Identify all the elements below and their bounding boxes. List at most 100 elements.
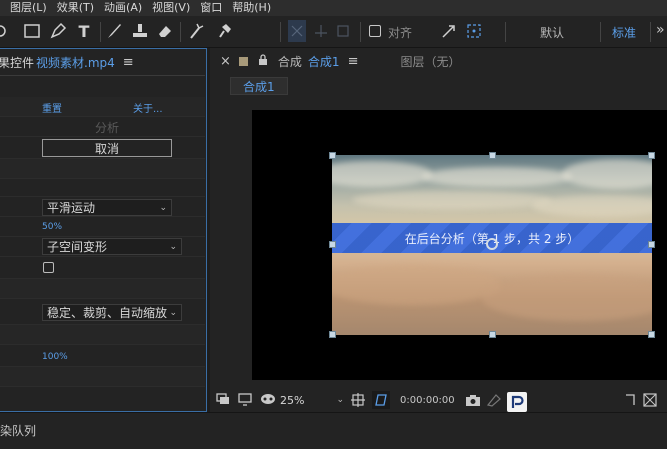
toolbar-divider	[360, 22, 361, 42]
toolbar-divider	[180, 22, 181, 42]
axis-world-icon[interactable]	[312, 20, 330, 42]
scale-value[interactable]: 100%	[42, 352, 68, 362]
composition-viewer[interactable]: 在后台分析（第 1 步，共 2 步）	[252, 110, 667, 380]
axis-local-icon[interactable]	[288, 20, 306, 42]
chevron-down-icon: ⌄	[159, 203, 167, 213]
effect-controls-panel: 果控件 视频素材.mp4 ≡ 重置 关于... 分析 取消 平滑运动 ⌄ 50%…	[0, 48, 207, 412]
zoom-tool-icon[interactable]	[0, 20, 10, 42]
effect-controls-tab[interactable]: 果控件 视频素材.mp4 ≡	[0, 49, 205, 75]
comp-breadcrumb-tab[interactable]: 合成1	[230, 77, 288, 95]
toolbar-divider	[600, 22, 601, 42]
eraser-tool-icon[interactable]	[155, 20, 175, 42]
workspace-overflow-icon[interactable]: »	[656, 22, 665, 38]
snap-label: 对齐	[388, 26, 413, 40]
toolbar-divider	[505, 22, 506, 42]
analyze-row: 分析	[0, 117, 205, 137]
workspace-default[interactable]: 默认	[540, 24, 564, 41]
cloud	[422, 167, 572, 187]
composition-tab-row: × 合成 合成1 ≡ 图层（无）	[210, 48, 667, 74]
transform-handle[interactable]	[648, 152, 655, 159]
transform-handle[interactable]	[489, 152, 496, 159]
menu-animation[interactable]: 动画(A)	[99, 0, 147, 16]
transform-handle[interactable]	[648, 241, 655, 248]
panel-row	[0, 325, 205, 345]
anchor-point-icon[interactable]	[486, 238, 498, 250]
option-checkbox[interactable]	[43, 262, 54, 273]
watermark-logo	[507, 392, 527, 412]
clone-stamp-icon[interactable]	[130, 20, 150, 42]
chevron-down-icon: ⌄	[336, 395, 344, 405]
show-snapshot-icon[interactable]	[486, 391, 502, 409]
zoom-value: 25%	[280, 393, 305, 407]
brush-tool-icon[interactable]	[104, 20, 124, 42]
layer-tab[interactable]: 图层（无）	[400, 53, 460, 70]
monitor-icon[interactable]	[238, 392, 252, 409]
chevron-down-icon: ⌄	[169, 308, 177, 318]
axis-view-icon[interactable]	[334, 20, 352, 42]
pen-tool-icon[interactable]	[48, 20, 68, 42]
transform-handle[interactable]	[329, 241, 336, 248]
method-dropdown[interactable]: 子空间变形 ⌄	[42, 238, 182, 255]
rectangle-tool-icon[interactable]	[22, 20, 42, 42]
framing-dropdown[interactable]: 稳定、裁剪、自动缩放 ⌄	[42, 304, 182, 321]
transform-handle[interactable]	[489, 331, 496, 338]
panel-menu-icon[interactable]: ≡	[123, 55, 134, 70]
panel-row	[0, 367, 205, 387]
text-tool-icon[interactable]: T	[74, 20, 94, 42]
menu-layer[interactable]: 图层(L)	[0, 0, 52, 16]
effect-controls-title: 果控件	[0, 55, 35, 70]
resolution-grid-icon[interactable]	[350, 391, 366, 409]
comp-tab-label[interactable]: 合成	[278, 53, 302, 70]
snap-feather-icon[interactable]	[440, 20, 458, 42]
toolbar-divider	[100, 22, 101, 42]
lock-icon[interactable]	[258, 53, 268, 69]
menu-help[interactable]: 帮助(H)	[227, 0, 276, 16]
effect-controls-file: 视频素材.mp4	[36, 55, 115, 70]
cancel-row: 取消	[0, 137, 205, 159]
about-link[interactable]: 关于...	[133, 100, 163, 115]
cloud	[352, 191, 552, 209]
render-queue-panel: 染队列	[0, 412, 667, 449]
smoothness-value[interactable]: 50%	[42, 222, 62, 232]
snap-checkbox[interactable]	[368, 20, 382, 42]
scale-row: 100%	[0, 345, 205, 367]
puppet-pin-icon[interactable]	[214, 20, 234, 42]
menu-bar: 图层(L) 效果(T) 动画(A) 视图(V) 窗口 帮助(H)	[0, 0, 667, 16]
transform-handle[interactable]	[329, 331, 336, 338]
analyze-button[interactable]: 分析	[95, 119, 119, 136]
mask-visibility-icon[interactable]	[260, 392, 276, 409]
result-row: 平滑运动 ⌄	[0, 197, 205, 217]
close-icon[interactable]: ×	[220, 54, 231, 69]
render-queue-tab[interactable]: 染队列	[0, 422, 36, 439]
menu-effect[interactable]: 效果(T)	[52, 0, 99, 16]
channel-icon[interactable]	[623, 392, 637, 408]
roto-brush-icon[interactable]	[186, 20, 208, 42]
transparency-grid-icon[interactable]	[372, 391, 390, 409]
comp-tab-name[interactable]: 合成1	[308, 53, 340, 70]
panel-menu-icon[interactable]: ≡	[348, 54, 359, 69]
comp-color-swatch	[238, 56, 248, 66]
toolbar-divider	[280, 22, 281, 42]
result-dropdown[interactable]: 平滑运动 ⌄	[42, 199, 172, 216]
fast-preview-icon[interactable]	[642, 392, 658, 408]
panel-row	[0, 279, 205, 299]
panel-row	[0, 159, 205, 179]
effect-header-row: 重置 关于...	[0, 97, 205, 117]
transform-handle[interactable]	[329, 152, 336, 159]
menu-window[interactable]: 窗口	[195, 0, 227, 16]
snap-target-icon[interactable]	[465, 20, 483, 42]
checkbox-row	[0, 257, 205, 279]
always-preview-icon[interactable]	[216, 392, 230, 409]
timecode[interactable]: 0:00:00:00	[400, 395, 455, 406]
framing-row: 稳定、裁剪、自动缩放 ⌄	[0, 299, 205, 325]
camera-snapshot-icon[interactable]	[465, 391, 481, 409]
zoom-dropdown[interactable]: 25% ⌄	[280, 391, 344, 409]
framing-value: 稳定、裁剪、自动缩放	[47, 306, 168, 320]
cancel-button[interactable]: 取消	[42, 139, 172, 157]
result-value: 平滑运动	[47, 201, 96, 215]
transform-handle[interactable]	[648, 331, 655, 338]
toolbar: T 对齐 默认 标准 »	[0, 16, 667, 48]
reset-link[interactable]: 重置	[42, 100, 62, 115]
workspace-standard[interactable]: 标准	[612, 24, 636, 41]
menu-view[interactable]: 视图(V)	[147, 0, 195, 16]
